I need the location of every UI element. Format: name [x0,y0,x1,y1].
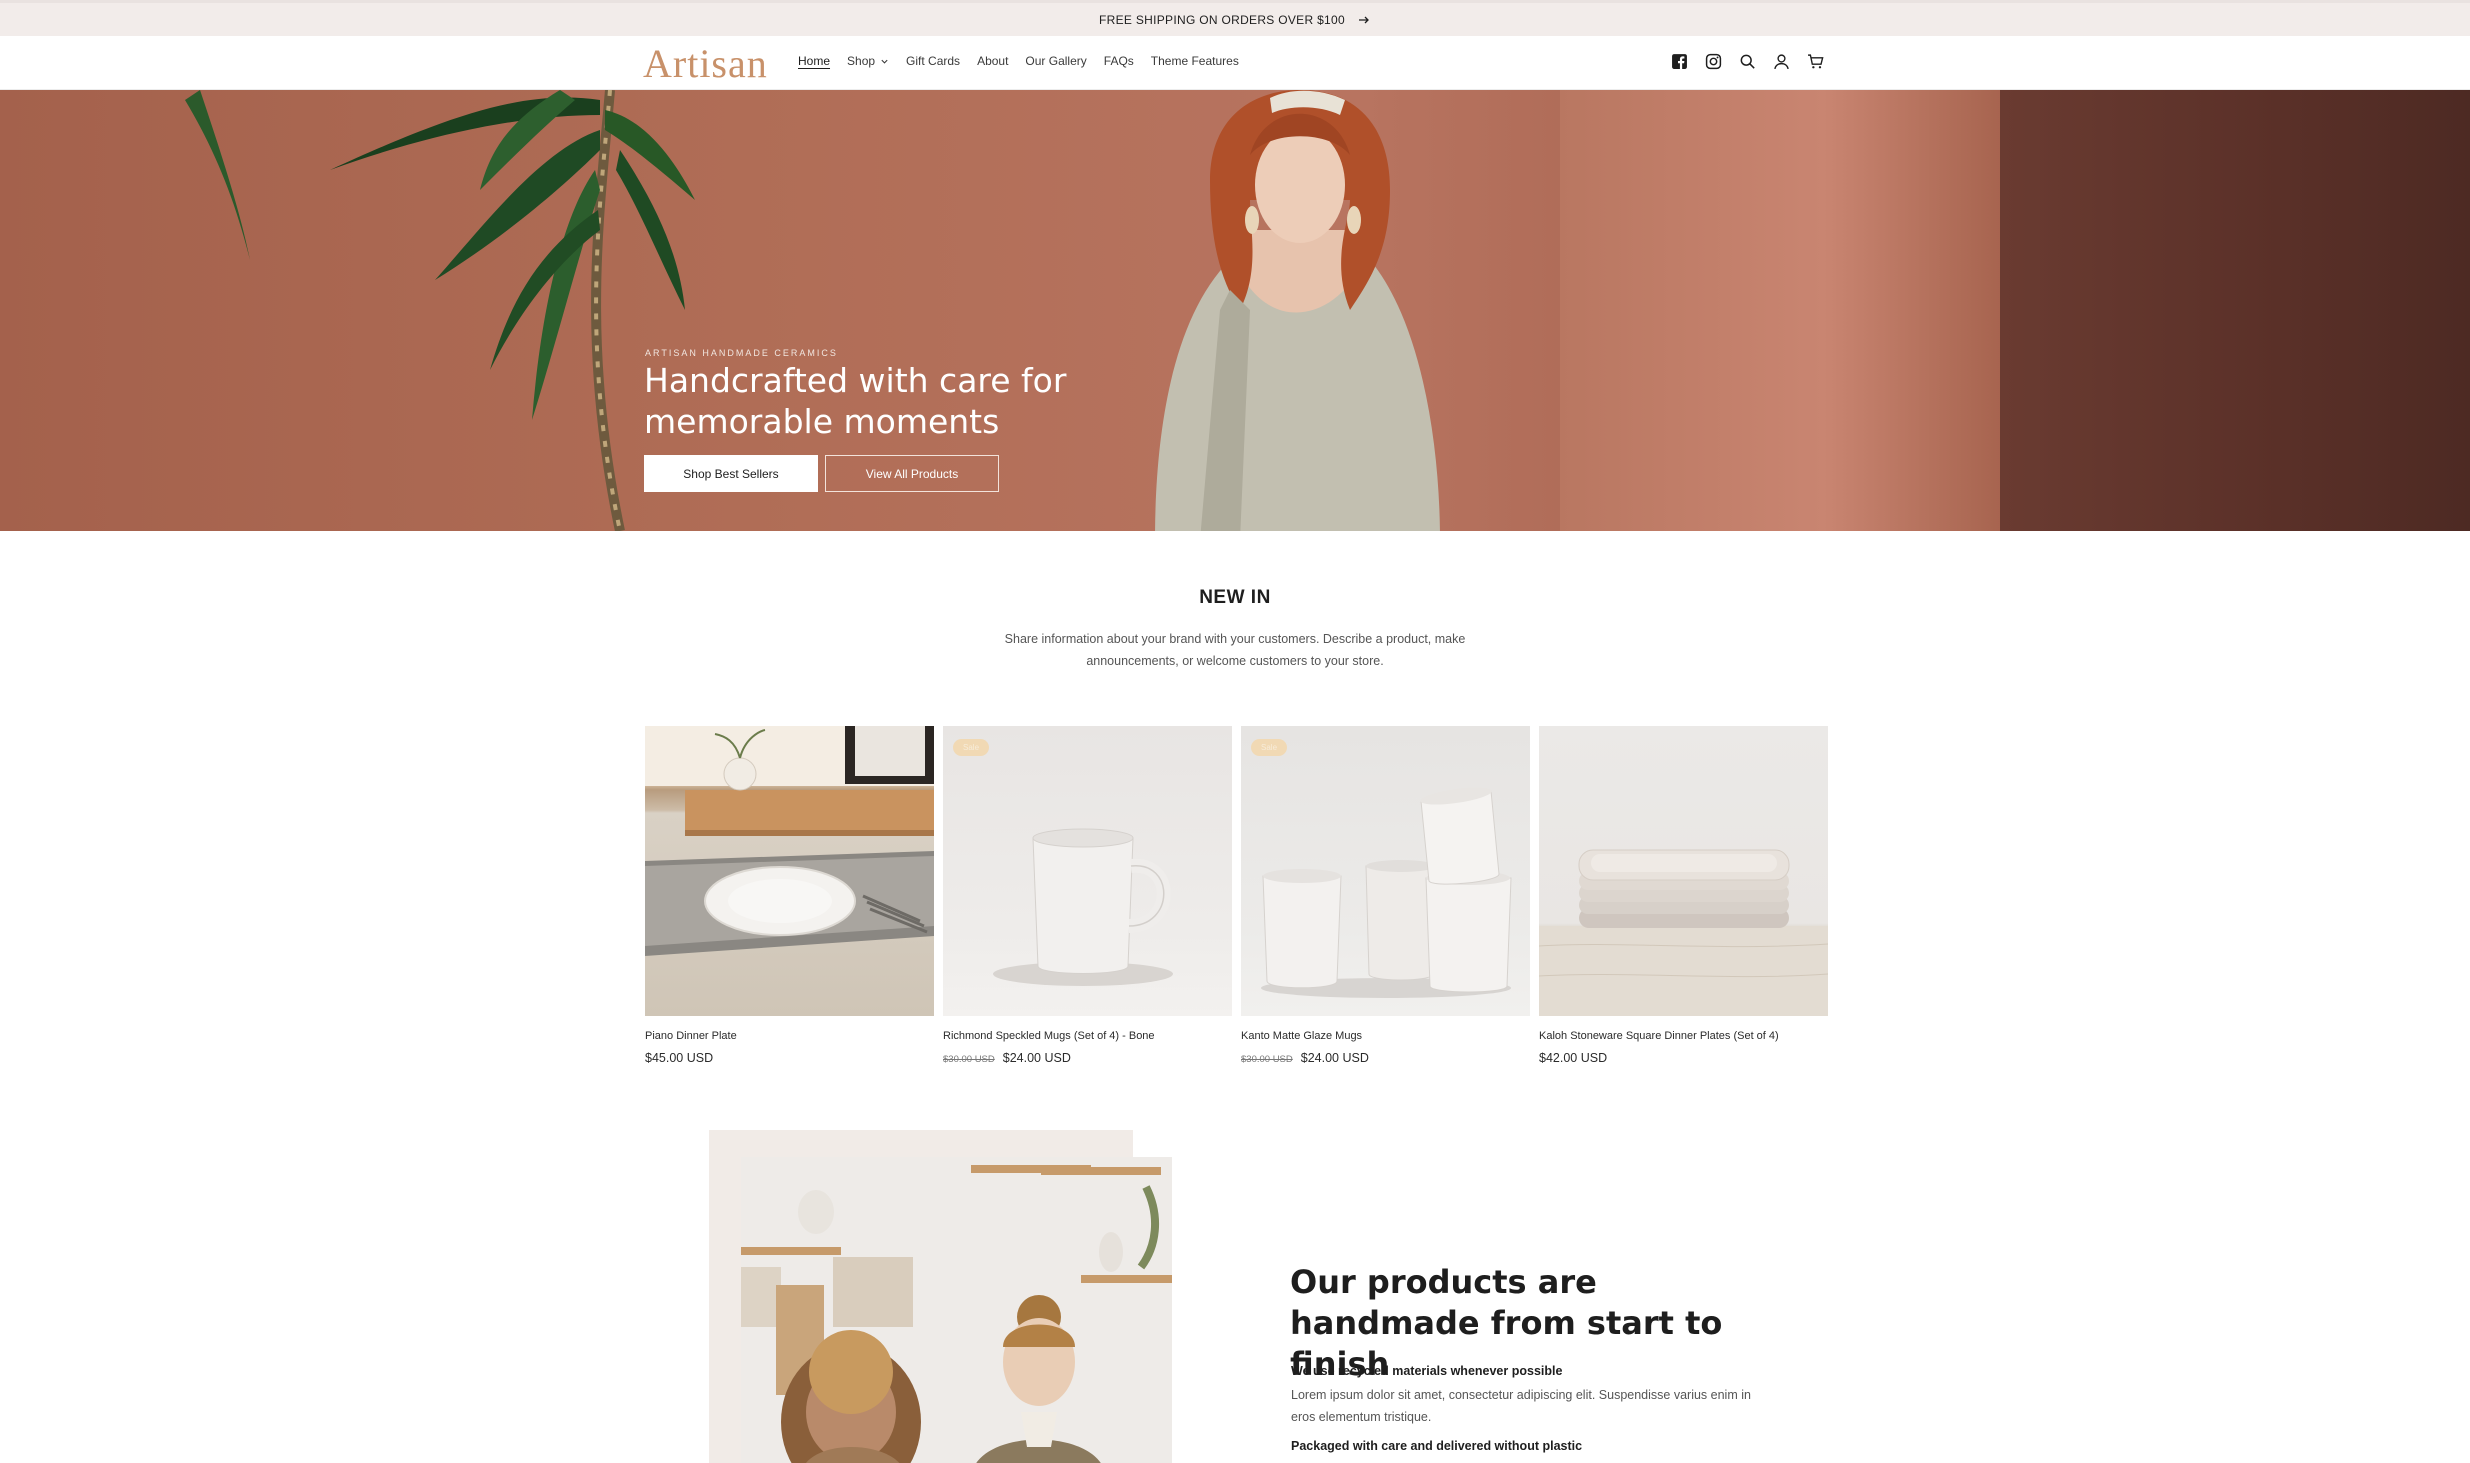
search-icon[interactable] [1738,52,1757,71]
header-icons [1670,52,1825,71]
story-body: Lorem ipsum dolor sit amet, consectetur … [1291,1388,1751,1424]
nav-gallery-label: Our Gallery [1025,54,1087,68]
nav-faqs-label: FAQs [1103,54,1134,68]
product-price-row: $42.00 USD [1539,1051,1828,1065]
product-old-price: $30.00 USD [943,1054,995,1065]
nav-home-label: Home [798,54,831,68]
product-image[interactable] [645,726,934,1016]
speckled-mug-image [993,828,1173,986]
dinner-plate-image [645,726,934,956]
story-subheading: We use recycled materials whenever possi… [1291,1364,1563,1378]
announcement-text: FREE SHIPPING ON ORDERS OVER $100 [1099,12,1345,27]
nav-about[interactable]: About [977,54,1008,68]
nav-shop-label: Shop [847,54,876,68]
product-price-row: $45.00 USD [645,1051,934,1065]
product-image[interactable]: Sale [943,726,1232,1016]
nav-about-label: About [977,54,1009,68]
product-image[interactable] [1539,726,1828,1016]
shop-best-sellers-button[interactable]: Shop Best Sellers [644,455,818,492]
product-price: $24.00 USD [1002,1051,1071,1065]
product-name[interactable]: Kaloh Stoneware Square Dinner Plates (Se… [1539,1030,1828,1044]
product-price: $24.00 USD [1300,1051,1369,1065]
matte-mugs-image [1261,787,1512,998]
account-icon[interactable] [1772,52,1791,71]
new-in-title: NEW IN [1199,587,1271,608]
product-image[interactable]: Sale [1241,726,1530,1016]
nav-home[interactable]: Home [798,54,830,68]
main-nav: Home Shop Gift Cards About Our Gallery F… [798,54,1256,68]
product-name[interactable]: Piano Dinner Plate [645,1030,934,1044]
hero-model-image [1155,90,1440,531]
nav-gift-cards[interactable]: Gift Cards [906,54,960,68]
hero-wall-pillar [1560,90,2000,531]
facebook-icon[interactable] [1670,52,1689,71]
sale-badge: Sale [1251,739,1288,756]
artisans-image [741,1157,1172,1463]
sale-badge: Sale [953,739,990,756]
nav-gallery[interactable]: Our Gallery [1025,54,1086,68]
product-name[interactable]: Kanto Matte Glaze Mugs [1241,1030,1530,1044]
site-header: Artisan Home Shop Gift Cards About Our G… [0,36,2470,90]
chevron-down-icon [881,59,888,64]
new-in-description: Share information about your brand with … [1004,632,1466,668]
logo[interactable]: Artisan [643,40,768,87]
view-all-products-button[interactable]: View All Products [825,455,999,492]
cart-icon[interactable] [1806,52,1825,71]
nav-gift-cards-label: Gift Cards [906,54,961,68]
product-grid: Piano Dinner Plate $45.00 USD Sale Richm… [645,726,1828,1065]
hero-title: Handcrafted with care for memorable mome… [644,361,1067,441]
announcement-bar[interactable]: FREE SHIPPING ON ORDERS OVER $100 [0,0,2470,36]
product-price: $45.00 USD [645,1051,714,1065]
product-card[interactable]: Kaloh Stoneware Square Dinner Plates (Se… [1539,726,1828,1065]
hero-eyebrow: ARTISAN HANDMADE CERAMICS [645,348,838,358]
product-card[interactable]: Sale Kanto Matte Glaze Mugs $30.00 USD $… [1241,726,1530,1065]
hero-plant-image [185,90,695,531]
hero-banner: ARTISAN HANDMADE CERAMICS Handcrafted wi… [0,90,2470,531]
product-name[interactable]: Richmond Speckled Mugs (Set of 4) - Bone [943,1030,1232,1044]
arrow-right-icon [1358,16,1369,23]
nav-theme-features-label: Theme Features [1150,54,1239,68]
nav-theme-features[interactable]: Theme Features [1151,54,1239,68]
product-price-row: $30.00 USD $24.00 USD [943,1051,1232,1065]
product-card[interactable]: Sale Richmond Speckled Mugs (Set of 4) -… [943,726,1232,1065]
product-price-row: $30.00 USD $24.00 USD [1241,1051,1530,1065]
product-card[interactable]: Piano Dinner Plate $45.00 USD [645,726,934,1065]
instagram-icon[interactable] [1704,52,1723,71]
nav-faqs[interactable]: FAQs [1104,54,1134,68]
nav-shop[interactable]: Shop [847,54,889,68]
product-old-price: $30.00 USD [1241,1054,1293,1065]
story-subheading-2: Packaged with care and delivered without… [1291,1439,1583,1453]
square-plates-image [1539,849,1828,1016]
story-image [741,1157,1172,1463]
product-price: $42.00 USD [1539,1051,1608,1065]
hero-wall-shadow [2000,90,2470,531]
